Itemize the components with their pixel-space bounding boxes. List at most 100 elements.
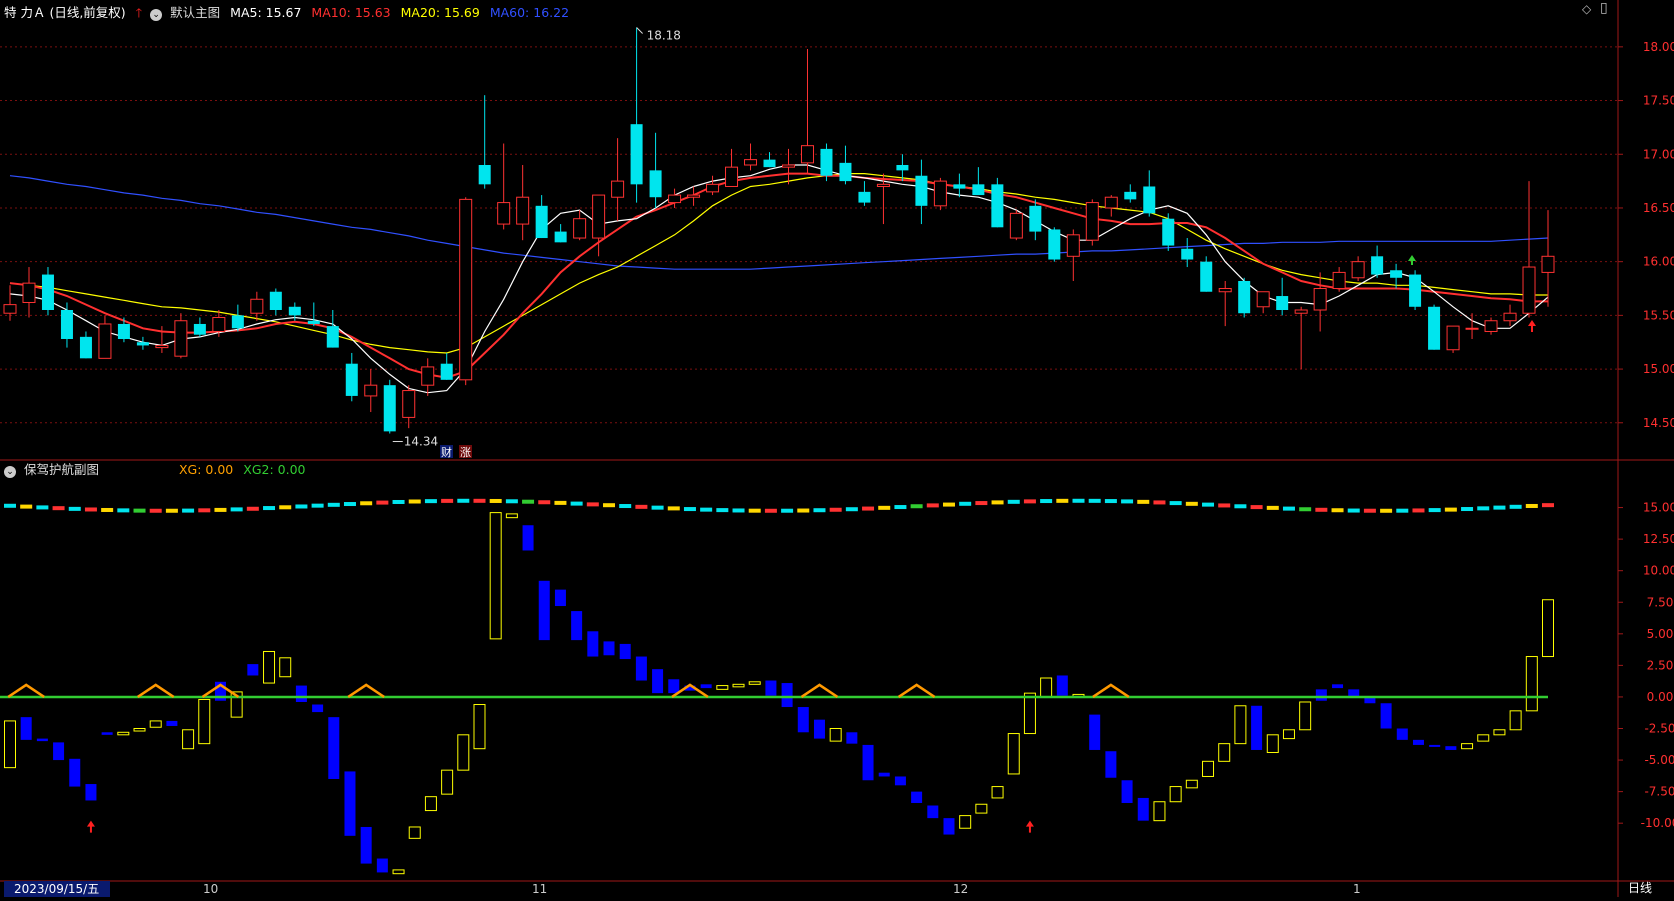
sub-chart-menu-icon[interactable]: ⌄ xyxy=(4,466,16,478)
signal-strip-mark xyxy=(878,505,891,510)
date-label: 2023/09/15/五 xyxy=(4,881,110,897)
signal-strip-mark xyxy=(522,499,535,504)
signal-strip-mark xyxy=(230,507,243,512)
candle-body-down xyxy=(307,320,320,324)
signal-strip-mark xyxy=(360,501,373,506)
candle-body-down xyxy=(972,184,985,196)
signal-strip-mark xyxy=(489,498,502,503)
signal-strip-mark xyxy=(1299,507,1312,512)
indicator-bar-up xyxy=(1185,779,1198,789)
candle-body-down xyxy=(858,191,871,203)
signal-strip-mark xyxy=(279,505,292,510)
candle-body-up xyxy=(611,180,625,198)
signal-strip-mark xyxy=(748,508,761,513)
candle-body-down xyxy=(1200,261,1213,292)
candle-body-up xyxy=(1446,325,1460,351)
signal-strip-mark xyxy=(1169,501,1182,506)
sub-buy-arrow-icon xyxy=(1025,820,1034,833)
candle-body-up xyxy=(592,194,606,239)
indicator-bar-up xyxy=(441,769,454,795)
indicator-bar-up xyxy=(732,683,745,688)
period-label[interactable]: 日线 xyxy=(1628,879,1652,896)
candle-body-down xyxy=(1124,191,1137,200)
candle-body-up xyxy=(725,166,739,187)
signal-strip-mark xyxy=(845,507,858,512)
signal-strip-mark xyxy=(1234,504,1247,509)
signal-strip-mark xyxy=(586,502,599,507)
zero-triangle-marker xyxy=(137,683,175,698)
candle-body-up xyxy=(573,218,587,239)
sub-axis-tick-label: 12.50 xyxy=(1643,532,1674,546)
candle-body-up xyxy=(876,183,890,187)
signal-strip-mark xyxy=(1137,499,1150,504)
signal-strip-mark xyxy=(1202,502,1215,507)
indicator-bar-down xyxy=(878,772,890,777)
candle-body-up xyxy=(1009,212,1023,239)
indicator-bar-down xyxy=(862,744,874,781)
ma20-label: MA20: 15.69 xyxy=(400,5,480,20)
sub-chart-header: ⌄ 保驾护航副图 XG: 0.00 XG2: 0.00 xyxy=(4,459,311,478)
candle-body-down xyxy=(763,159,776,168)
candle-body-up xyxy=(1351,261,1365,279)
candle-body-down xyxy=(991,184,1004,228)
candle-body-up xyxy=(174,320,188,357)
indicator-bar-up xyxy=(1299,701,1312,731)
candle-body-down xyxy=(79,336,92,359)
indicator-bar-down xyxy=(312,704,324,713)
indicator-bar-down xyxy=(328,717,340,779)
indicator-label[interactable]: 保驾护航副图 xyxy=(24,462,99,477)
indicator-bar-down xyxy=(1251,705,1263,750)
cai-badge-text: 财 xyxy=(441,445,452,459)
candle-body-up xyxy=(1503,312,1517,322)
diamond-icon[interactable]: ◇ xyxy=(1582,2,1591,16)
candle-body-down xyxy=(535,205,548,239)
candle-body-up xyxy=(1104,196,1118,209)
signal-strip-mark xyxy=(1347,508,1360,513)
candle-body-up xyxy=(1313,288,1327,311)
indicator-bar-up xyxy=(1266,734,1279,753)
signal-strip-mark xyxy=(1266,505,1279,510)
signal-strip-mark xyxy=(1121,499,1134,504)
signal-strip-mark xyxy=(441,498,454,503)
candle-body-up xyxy=(1522,266,1536,314)
candle-body-up xyxy=(3,304,17,314)
indicator-bar-down xyxy=(20,717,32,740)
indicator-bar-down xyxy=(619,643,631,660)
signal-strip-mark xyxy=(635,504,648,509)
candle-body-up xyxy=(1294,309,1308,314)
candle-body-down xyxy=(1048,229,1061,260)
candle-body-down xyxy=(1143,186,1156,214)
month-label-jan: 1 xyxy=(1353,882,1361,896)
indicator-bar-down xyxy=(797,707,809,733)
candle-body-up xyxy=(459,198,473,381)
candle-body-up xyxy=(497,202,511,225)
signal-strip-mark xyxy=(1380,508,1393,513)
signal-strip-mark xyxy=(117,508,130,513)
main-axis-tick-label: 15.50 xyxy=(1643,308,1674,322)
main-chart-label[interactable]: 默认主图 xyxy=(170,5,220,20)
sub-axis-tick-label: 15.00 xyxy=(1643,501,1674,515)
candle-body-down xyxy=(839,162,852,182)
candle-body-up xyxy=(687,194,701,198)
candle-body-up xyxy=(933,180,947,207)
signal-strip-mark xyxy=(214,507,227,512)
chart-menu-icon[interactable]: ⌄ xyxy=(150,9,163,21)
signal-strip-mark xyxy=(1331,508,1344,513)
candle-body-up xyxy=(1218,288,1232,293)
indicator-bar-up xyxy=(1202,760,1215,777)
main-axis-tick-label: 17.00 xyxy=(1643,147,1674,161)
signal-strip-mark xyxy=(295,504,308,509)
signal-strip-mark xyxy=(1007,499,1020,504)
signal-strip-mark xyxy=(1428,508,1441,513)
main-axis-tick-label: 17.50 xyxy=(1643,94,1674,108)
indicator-bar-up xyxy=(1525,656,1538,712)
indicator-bar-up xyxy=(748,681,761,685)
signal-strip-mark xyxy=(1461,507,1474,512)
candle-body-down xyxy=(915,175,928,206)
main-sell-arrow-icon xyxy=(1408,255,1416,265)
signal-strip-mark xyxy=(1363,508,1376,513)
candle-body-down xyxy=(1276,296,1289,310)
signal-strip-mark xyxy=(1282,506,1295,511)
candle-body-up xyxy=(98,323,112,359)
minimize-icon[interactable]: ▯ xyxy=(1600,0,1608,16)
